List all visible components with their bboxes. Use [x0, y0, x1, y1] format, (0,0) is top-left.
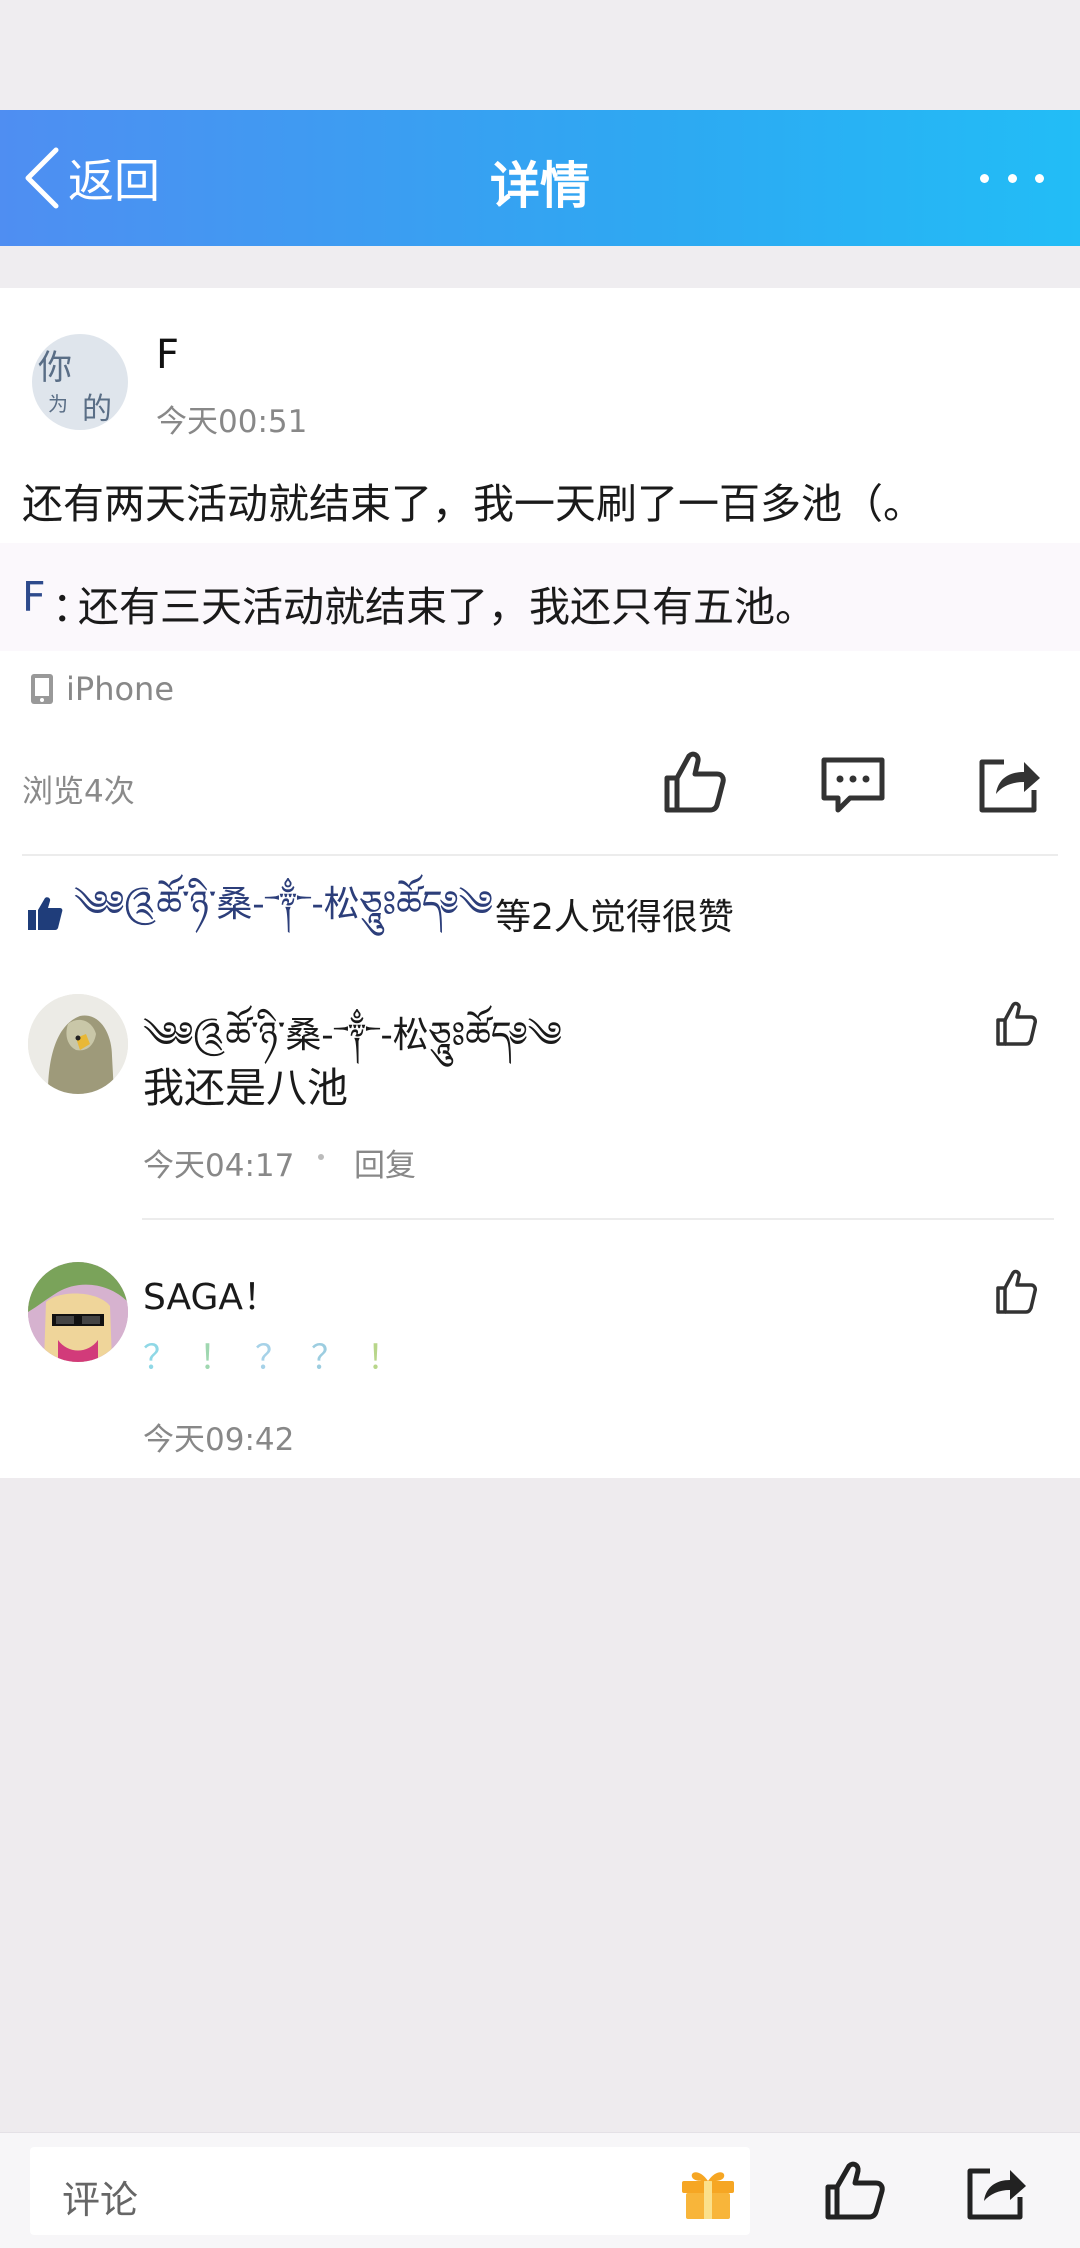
- more-button[interactable]: [980, 154, 1044, 202]
- comment-char: ？: [255, 1338, 289, 1378]
- comment-char: ！: [199, 1338, 233, 1378]
- more-icon-dot: [1007, 173, 1017, 183]
- avatar-art: [28, 1262, 128, 1362]
- bottom-like-button[interactable]: [822, 2159, 886, 2223]
- share-button[interactable]: [974, 748, 1044, 818]
- thumbs-up-icon: [28, 897, 63, 930]
- thumbs-up-icon: [996, 1001, 1037, 1046]
- comment-time: 今天09:42: [143, 1422, 295, 1458]
- quoted-post[interactable]: F ： 还有三天活动就结束了，我还只有五池。: [0, 543, 1080, 651]
- avatar-art: 的: [82, 392, 112, 427]
- comment-button[interactable]: [818, 748, 888, 818]
- status-bar: [0, 0, 1080, 110]
- avatar-art: [28, 994, 128, 1094]
- quote-author: F: [22, 573, 46, 621]
- comment-char: ？: [311, 1338, 345, 1378]
- like-button[interactable]: [659, 748, 729, 818]
- avatar-art: 为: [48, 392, 68, 416]
- comment-char: ？: [143, 1338, 177, 1378]
- gift-button[interactable]: [676, 2159, 740, 2223]
- page-title: 详情: [490, 157, 590, 215]
- share-icon: [979, 759, 1040, 813]
- avatar[interactable]: [28, 1262, 128, 1362]
- comment-char: ！: [367, 1338, 401, 1378]
- comment-like-button[interactable]: [994, 1000, 1038, 1048]
- quote-text: 还有三天活动就结束了，我还只有五池。: [78, 583, 816, 631]
- gap-strip: [0, 246, 1080, 288]
- comment-time: 今天04:17: [143, 1148, 295, 1184]
- reply-button[interactable]: 回复: [354, 1140, 416, 1185]
- likes-summary[interactable]: ༄༅༊ཚོ་ཉི་桑-༒-松ཅཱུཿཚོད༅༄ 等2人觉得很赞: [26, 884, 734, 942]
- likers-names: ༄༅༊ཚོ་ཉི་桑-༒-松ཅཱུཿཚོད༅༄: [74, 884, 493, 925]
- avatar-art: 你: [38, 348, 72, 388]
- comment-icon: [821, 757, 885, 813]
- post-time: 今天00:51: [156, 404, 308, 440]
- post-card: 你 的 为 F 今天00:51 还有两天活动就结束了，我一天刷了一百多池（。 F…: [0, 288, 1080, 1478]
- more-icon: [980, 173, 989, 183]
- post-body: 还有两天活动就结束了，我一天刷了一百多池（。: [22, 480, 924, 528]
- thumbs-up-icon: [664, 751, 726, 813]
- comment-input[interactable]: 评论: [30, 2147, 750, 2235]
- phone-icon: [31, 674, 53, 704]
- view-count: 浏览4次: [22, 774, 135, 810]
- comment-text: 我还是八池: [143, 1064, 348, 1112]
- comment-author[interactable]: SAGA！: [143, 1268, 279, 1320]
- separator-dot: [318, 1154, 324, 1160]
- comment-like-button[interactable]: [994, 1268, 1038, 1316]
- thumbs-up-icon: [996, 1269, 1037, 1314]
- thumbs-up-icon: [825, 2161, 885, 2220]
- device-label: iPhone: [66, 670, 175, 708]
- device-info: iPhone: [28, 670, 174, 708]
- post-author[interactable]: F: [156, 332, 179, 378]
- avatar[interactable]: 你 的 为: [32, 334, 128, 430]
- comment-text: ？ ！ ？ ？ ！: [143, 1330, 423, 1379]
- divider: [142, 1218, 1054, 1220]
- bottom-share-button[interactable]: [964, 2159, 1028, 2223]
- more-icon-dot: [1035, 173, 1044, 183]
- gift-icon: [682, 2172, 734, 2219]
- bottom-bar: 评论: [0, 2132, 1080, 2248]
- nav-bar: 返回 详情: [0, 110, 1080, 246]
- share-icon: [967, 2168, 1026, 2220]
- divider: [22, 854, 1058, 856]
- avatar[interactable]: [28, 994, 128, 1094]
- comment-input-label: 评论: [62, 2178, 139, 2222]
- likes-suffix: 等2人觉得很赞: [495, 897, 734, 938]
